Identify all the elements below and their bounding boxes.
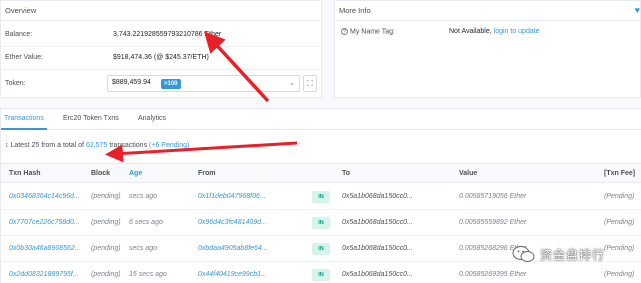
block-cell: (pending): [91, 193, 121, 200]
chevron-down-icon: ⌄: [289, 80, 295, 87]
more-info-card: More Info ♥ ? My Name Tag: Not Available,…: [334, 0, 641, 98]
transactions-summary: ↕ Latest 25 from a total of 62,575 trans…: [5, 142, 189, 149]
overview-card: Overview Balance: 3,743.2219285597932107…: [0, 0, 322, 98]
value-cell: 0.00585719056 Ether: [459, 193, 527, 200]
col-txn-fee[interactable]: [Txn Fee]: [604, 170, 635, 177]
col-from: From: [198, 170, 216, 177]
token-label: Token:: [5, 80, 26, 87]
direction-badge: IN: [312, 269, 330, 281]
more-info-title: More Info: [335, 1, 640, 21]
expand-icon[interactable]: ⛶: [303, 75, 317, 92]
age-cell: 15 secs ago: [129, 271, 167, 278]
age-cell: 6 secs ago: [129, 219, 163, 226]
col-block: Block: [91, 170, 111, 177]
age-cell: secs ago: [129, 245, 158, 252]
table-row: 0x7707ce226c758d0... (pending) 6 secs ag…: [1, 210, 641, 236]
value-cell: 0.00585269395 Ether: [459, 271, 527, 278]
sort-icon: ↕: [5, 142, 9, 149]
name-tag-value-wrap: Not Available, login to update: [449, 28, 540, 35]
value-cell: 0.00585559892 Ether: [459, 219, 527, 226]
from-address-link[interactable]: 0xbdaa4905ab8fe64...: [198, 245, 268, 252]
balance-row: Balance: 3,743.221928559793210786 Ether: [5, 28, 315, 42]
tab-transactions[interactable]: Transactions: [4, 115, 44, 122]
from-address-link[interactable]: 0x1f1deb047968f06...: [198, 193, 266, 200]
txn-hash-link[interactable]: 0x0b30a46a8908562...: [9, 245, 81, 252]
name-tag-label: My Name Tag:: [350, 28, 395, 36]
heart-icon[interactable]: ♥: [635, 5, 640, 15]
from-address-link[interactable]: 0x44f40419ce99cb1...: [198, 271, 267, 278]
divider: [1, 69, 321, 70]
direction-badge: IN: [312, 191, 330, 203]
txn-hash-link[interactable]: 0x7707ce226c758d0...: [9, 219, 80, 226]
block-cell: (pending): [91, 219, 121, 226]
table-row: 0x03468364c14c96d... (pending) secs ago …: [1, 184, 641, 210]
fee-cell: (Pending): [604, 219, 635, 226]
tab-erc20-token-txns[interactable]: Erc20 Token Txns: [63, 115, 119, 122]
to-address: 0x5a1b068da150cc0...: [342, 193, 413, 200]
tab-analytics[interactable]: Analytics: [138, 115, 166, 122]
direction-badge: IN: [312, 217, 330, 229]
name-tag-label-wrap: ? My Name Tag:: [341, 28, 395, 35]
total-count-link[interactable]: 62,575: [86, 142, 107, 149]
summary-prefix: Latest 25 from a total of: [10, 142, 84, 149]
ether-value-row: Ether Value: $918,474.36 (@ $245.37/ETH): [5, 51, 315, 65]
token-dropdown[interactable]: $889,459.94 >100 ⌄: [107, 75, 300, 92]
wechat-logo-icon: [512, 246, 535, 262]
divider: [1, 46, 321, 47]
age-cell: secs ago: [129, 193, 158, 200]
balance-value: 3,743.221928559793210786 Ether: [113, 31, 222, 38]
ether-value: $918,474.36 (@ $245.37/ETH): [113, 54, 209, 61]
name-tag-value: Not Available,: [449, 28, 492, 35]
help-icon: ?: [341, 28, 348, 35]
to-address: 0x5a1b068da150cc0...: [342, 219, 413, 226]
watermark-text: 资金盘排行: [540, 248, 606, 262]
direction-badge: IN: [312, 243, 330, 255]
active-tab-indicator: [1, 128, 47, 130]
to-address: 0x5a1b068da150cc0...: [342, 245, 413, 252]
txn-hash-link[interactable]: 0x2dd08321889795f...: [9, 271, 79, 278]
ether-value-label: Ether Value:: [5, 54, 44, 61]
col-value: Value: [459, 170, 478, 177]
login-link[interactable]: login to update: [494, 28, 540, 35]
txn-hash-link[interactable]: 0x03468364c14c96d...: [9, 193, 80, 200]
token-count-badge: >100: [161, 79, 181, 89]
to-address: 0x5a1b068da150cc0...: [342, 271, 413, 278]
fee-cell: (Pending): [604, 271, 635, 278]
table-header: Txn Hash Block Age From To Value [Txn Fe…: [1, 163, 641, 183]
summary-mid: transactions: [109, 142, 148, 149]
pending-link[interactable]: (+6 Pending): [149, 142, 189, 149]
balance-label: Balance:: [5, 31, 33, 38]
block-cell: (pending): [91, 245, 121, 252]
tab-bar: Transactions Erc20 Token Txns Analytics: [1, 109, 641, 130]
col-to: To: [342, 170, 351, 177]
watermark: 资金盘排行: [508, 241, 641, 267]
from-address-link[interactable]: 0x96d4c3fc481409d...: [198, 219, 267, 226]
col-txn-hash: Txn Hash: [9, 170, 41, 177]
col-age[interactable]: Age: [129, 170, 142, 177]
token-value: $889,459.94: [112, 79, 151, 86]
overview-title: Overview: [1, 1, 321, 21]
block-cell: (pending): [91, 271, 121, 278]
fee-cell: (Pending): [604, 193, 635, 200]
